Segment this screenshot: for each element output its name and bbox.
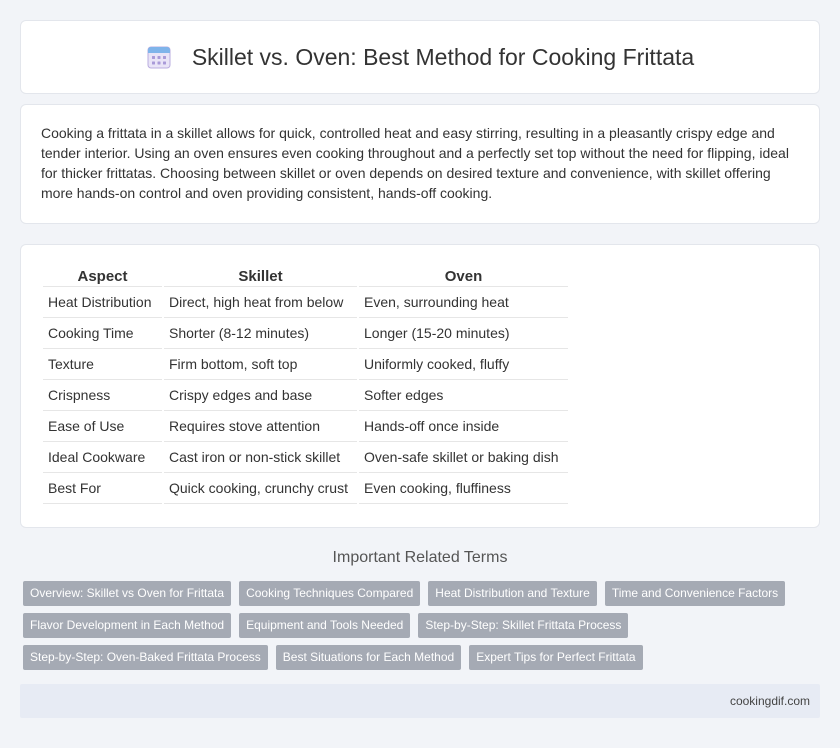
table-cell: Longer (15-20 minutes) — [357, 317, 568, 349]
table-cell: Crispness — [43, 379, 163, 411]
table-cell: Quick cooking, crunchy crust — [162, 472, 358, 504]
table-cell: Cooking Time — [43, 317, 163, 349]
table-cell: Firm bottom, soft top — [162, 348, 358, 380]
related-term-tag[interactable]: Flavor Development in Each Method — [23, 613, 232, 638]
table-row: Crispness Crispy edges and base Softer e… — [43, 379, 568, 411]
table-row: Heat Distribution Direct, high heat from… — [43, 286, 568, 318]
table-cell: Cast iron or non-stick skillet — [162, 441, 358, 473]
table-cell: Heat Distribution — [43, 286, 163, 318]
related-term-tag[interactable]: Time and Convenience Factors — [604, 581, 786, 606]
table-cell: Oven-safe skillet or baking dish — [357, 441, 568, 473]
related-terms-title: Important Related Terms — [332, 549, 508, 566]
table-row: Ideal Cookware Cast iron or non-stick sk… — [43, 441, 568, 473]
header-card: Skillet vs. Oven: Best Method for Cookin… — [20, 20, 820, 94]
table-row: Ease of Use Requires stove attention Han… — [43, 410, 568, 442]
table-row: Cooking Time Shorter (8-12 minutes) Long… — [43, 317, 568, 349]
table-cell: Direct, high heat from below — [162, 286, 358, 318]
column-header-skillet: Skillet — [162, 265, 358, 287]
related-term-tag[interactable]: Best Situations for Each Method — [275, 645, 462, 670]
table-cell: Shorter (8-12 minutes) — [162, 317, 358, 349]
table-cell: Ideal Cookware — [43, 441, 163, 473]
table-cell: Ease of Use — [43, 410, 163, 442]
related-term-tag[interactable]: Heat Distribution and Texture — [428, 581, 597, 606]
site-name[interactable]: cookingdif.com — [730, 694, 810, 708]
table-cell: Crispy edges and base — [162, 379, 358, 411]
related-term-tag[interactable]: Cooking Techniques Compared — [239, 581, 421, 606]
calendar-icon — [147, 46, 171, 69]
intro-text: Cooking a frittata in a skillet allows f… — [41, 125, 789, 201]
comparison-table: Aspect Skillet Oven Heat Distribution Di… — [43, 265, 568, 504]
comparison-card: Aspect Skillet Oven Heat Distribution Di… — [20, 244, 820, 528]
footer: cookingdif.com — [20, 684, 820, 718]
related-term-tag[interactable]: Step-by-Step: Skillet Frittata Process — [418, 613, 629, 638]
intro-card: Cooking a frittata in a skillet allows f… — [20, 104, 820, 224]
table-cell: Hands-off once inside — [357, 410, 568, 442]
related-term-tag[interactable]: Step-by-Step: Oven-Baked Frittata Proces… — [23, 645, 268, 670]
related-term-tag[interactable]: Overview: Skillet vs Oven for Frittata — [23, 581, 232, 606]
related-term-tag[interactable]: Equipment and Tools Needed — [239, 613, 411, 638]
related-term-tag[interactable]: Expert Tips for Perfect Frittata — [469, 645, 643, 670]
column-header-oven: Oven — [357, 265, 568, 287]
related-terms-list: Overview: Skillet vs Oven for Frittata C… — [23, 581, 823, 670]
table-row: Best For Quick cooking, crunchy crust Ev… — [43, 472, 568, 504]
table-header-row: Aspect Skillet Oven — [43, 265, 568, 287]
table-cell: Uniformly cooked, fluffy — [357, 348, 568, 380]
table-cell: Even, surrounding heat — [357, 286, 568, 318]
table-cell: Requires stove attention — [162, 410, 358, 442]
table-cell: Texture — [43, 348, 163, 380]
column-header-aspect: Aspect — [43, 265, 163, 287]
table-row: Texture Firm bottom, soft top Uniformly … — [43, 348, 568, 380]
page-title: Skillet vs. Oven: Best Method for Cookin… — [191, 43, 695, 70]
table-cell: Best For — [43, 472, 163, 504]
table-cell: Softer edges — [357, 379, 568, 411]
table-cell: Even cooking, fluffiness — [357, 472, 568, 504]
